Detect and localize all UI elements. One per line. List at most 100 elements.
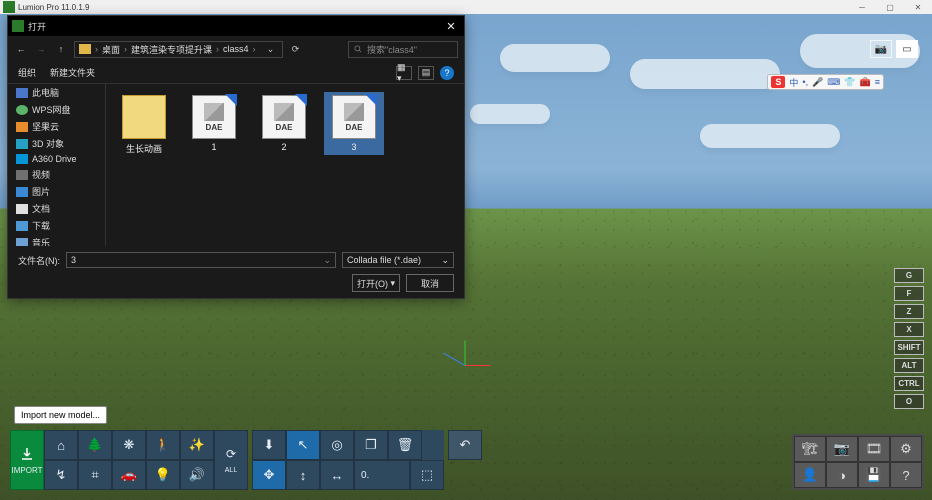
theatre-button[interactable]: ◑ [826, 462, 858, 488]
build-mode-button[interactable]: 🏗 [794, 436, 826, 462]
photo-mode-button[interactable]: 📷 [826, 436, 858, 462]
all-button[interactable]: ⟳ ALL [214, 430, 248, 490]
delete-tool[interactable]: 🗑 [388, 430, 422, 460]
ime-toolbar[interactable]: S 中 •, 🎤 ⌨ 👕 🧰 ≡ [767, 74, 884, 90]
tree-item-label: A360 Drive [32, 154, 77, 164]
filetype-dropdown-icon[interactable]: ⌄ [441, 255, 449, 266]
path-seg-0[interactable]: 桌面 [102, 43, 120, 56]
photo-set-button[interactable]: 👤 [794, 462, 826, 488]
path-seg-1[interactable]: 建筑渲染专项提升课 [131, 43, 212, 56]
filename-dropdown-icon[interactable]: ⌄ [323, 255, 331, 266]
tree-item-3[interactable]: 3D 对象 [8, 135, 105, 152]
preview-pane-button[interactable]: ▤ [418, 66, 434, 80]
path-seg-2[interactable]: class4 [223, 44, 249, 54]
filetype-select[interactable]: Collada file (*.dae) ⌄ [342, 252, 454, 268]
open-button[interactable]: 打开(O) ▾ [352, 274, 400, 292]
tree-item-icon [16, 204, 28, 214]
nav-up-button[interactable]: ↑ [54, 44, 68, 54]
tree-single-button[interactable]: 🌲 [78, 430, 112, 460]
file-item-3[interactable]: DAE3 [324, 92, 384, 155]
file-item-2[interactable]: DAE2 [254, 92, 314, 155]
light-button[interactable]: 💡 [146, 460, 180, 490]
ime-keyboard-icon[interactable]: ⌨ [827, 77, 840, 88]
movie-mode-button[interactable]: 🎞 [858, 436, 890, 462]
tree-item-label: 音乐 [32, 236, 50, 246]
file-item-0[interactable]: 生长动画 [114, 92, 174, 158]
copy-tool[interactable]: ❐ [354, 430, 388, 460]
tree-item-icon [16, 187, 28, 197]
tree-item-label: 文档 [32, 202, 50, 215]
record-toolbar: 📷 ▭ [870, 40, 918, 58]
key-g: G [894, 268, 924, 283]
folder-tree[interactable]: 此电脑WPS网盘坚果云3D 对象A360 Drive视频图片文档下载音乐桌面OS… [8, 84, 106, 246]
vertical-tool[interactable]: ↕ [286, 460, 320, 490]
tree-item-7[interactable]: 文档 [8, 200, 105, 217]
tree-item-9[interactable]: 音乐 [8, 234, 105, 246]
tree-item-2[interactable]: 坚果云 [8, 118, 105, 135]
tree-item-icon [16, 154, 28, 164]
newfolder-button[interactable]: 新建文件夹 [50, 66, 95, 79]
tree-item-label: 3D 对象 [32, 137, 64, 150]
tree-item-1[interactable]: WPS网盘 [8, 101, 105, 118]
move-tool[interactable]: ✥ [252, 460, 286, 490]
undo-panel: ↶ [448, 430, 482, 460]
tree-item-icon [16, 139, 28, 149]
import-button[interactable]: IMPORT [10, 430, 44, 490]
tree-item-icon [16, 170, 28, 180]
tree-item-6[interactable]: 图片 [8, 183, 105, 200]
file-item-1[interactable]: DAE1 [184, 92, 244, 155]
select-tool[interactable]: ↖ [286, 430, 320, 460]
ime-punct-icon[interactable]: •, [802, 77, 808, 87]
place-tool[interactable]: ⬇ [252, 430, 286, 460]
selection-box-tool[interactable]: ⬚ [410, 460, 444, 490]
tree-item-icon [16, 88, 28, 98]
ime-toolbox-icon[interactable]: 🧰 [860, 77, 871, 88]
key-o: O [894, 394, 924, 409]
help-button[interactable]: ? [890, 462, 922, 488]
tree-item-4[interactable]: A360 Drive [8, 152, 105, 166]
close-button[interactable]: ✕ [904, 0, 932, 14]
path-dropdown-icon[interactable]: ⌄ [264, 44, 278, 55]
sound-button[interactable]: 🔊 [180, 460, 214, 490]
screen-record-icon[interactable]: ▭ [896, 40, 918, 58]
path-bar[interactable]: › 桌面 › 建筑渲染专项提升课 › class4 › ⌄ [74, 41, 283, 58]
value-input[interactable]: 0. [354, 460, 410, 490]
tree-item-8[interactable]: 下载 [8, 217, 105, 234]
view-mode-button[interactable]: ▦ ▾ [396, 66, 412, 80]
tree-cluster-button[interactable]: ❋ [112, 430, 146, 460]
organize-menu[interactable]: 组织 [18, 66, 36, 79]
car-button[interactable]: 🚗 [112, 460, 146, 490]
tree-item-5[interactable]: 视频 [8, 166, 105, 183]
camera-record-icon[interactable]: 📷 [870, 40, 892, 58]
nav-forward-button[interactable]: → [34, 44, 48, 54]
key-x: X [894, 322, 924, 337]
ime-skin-icon[interactable]: 👕 [844, 77, 855, 88]
dialog-help-button[interactable]: ? [440, 66, 454, 80]
focus-tool[interactable]: ◎ [320, 430, 354, 460]
refresh-button[interactable]: ⟳ [289, 44, 303, 55]
fence-button[interactable]: ⌗ [78, 460, 112, 490]
trash-place-button[interactable]: ↯ [44, 460, 78, 490]
minimize-button[interactable]: ─ [848, 0, 876, 14]
dae-thumb: DAE [332, 95, 376, 139]
maximize-button[interactable]: ▢ [876, 0, 904, 14]
cancel-button[interactable]: 取消 [406, 274, 454, 292]
file-list[interactable]: 生长动画DAE1DAE2DAE3 [106, 84, 464, 246]
nature-button[interactable]: ⌂ [44, 430, 78, 460]
save-scene-button[interactable]: 💾 [858, 462, 890, 488]
ime-menu-icon[interactable]: ≡ [875, 77, 880, 87]
settings-button[interactable]: ⚙ [890, 436, 922, 462]
filename-input[interactable]: 3 ⌄ [66, 252, 336, 268]
scale-tool[interactable]: ↔ [320, 460, 354, 490]
ime-mode[interactable]: 中 [789, 76, 798, 89]
action-panel: ⬇ ↖ ◎ ❐ 🗑 [252, 430, 444, 460]
search-input[interactable]: 搜索"class4" [348, 41, 458, 58]
person-walk-button[interactable]: 🚶 [146, 430, 180, 460]
tree-item-0[interactable]: 此电脑 [8, 84, 105, 101]
ime-mic-icon[interactable]: 🎤 [812, 77, 823, 88]
undo-button[interactable]: ↶ [448, 430, 482, 460]
fx-button[interactable]: ✨ [180, 430, 214, 460]
nav-back-button[interactable]: ← [14, 44, 28, 54]
dialog-close-button[interactable]: ✕ [438, 16, 464, 36]
dialog-titlebar[interactable]: 打开 ✕ [8, 16, 464, 36]
